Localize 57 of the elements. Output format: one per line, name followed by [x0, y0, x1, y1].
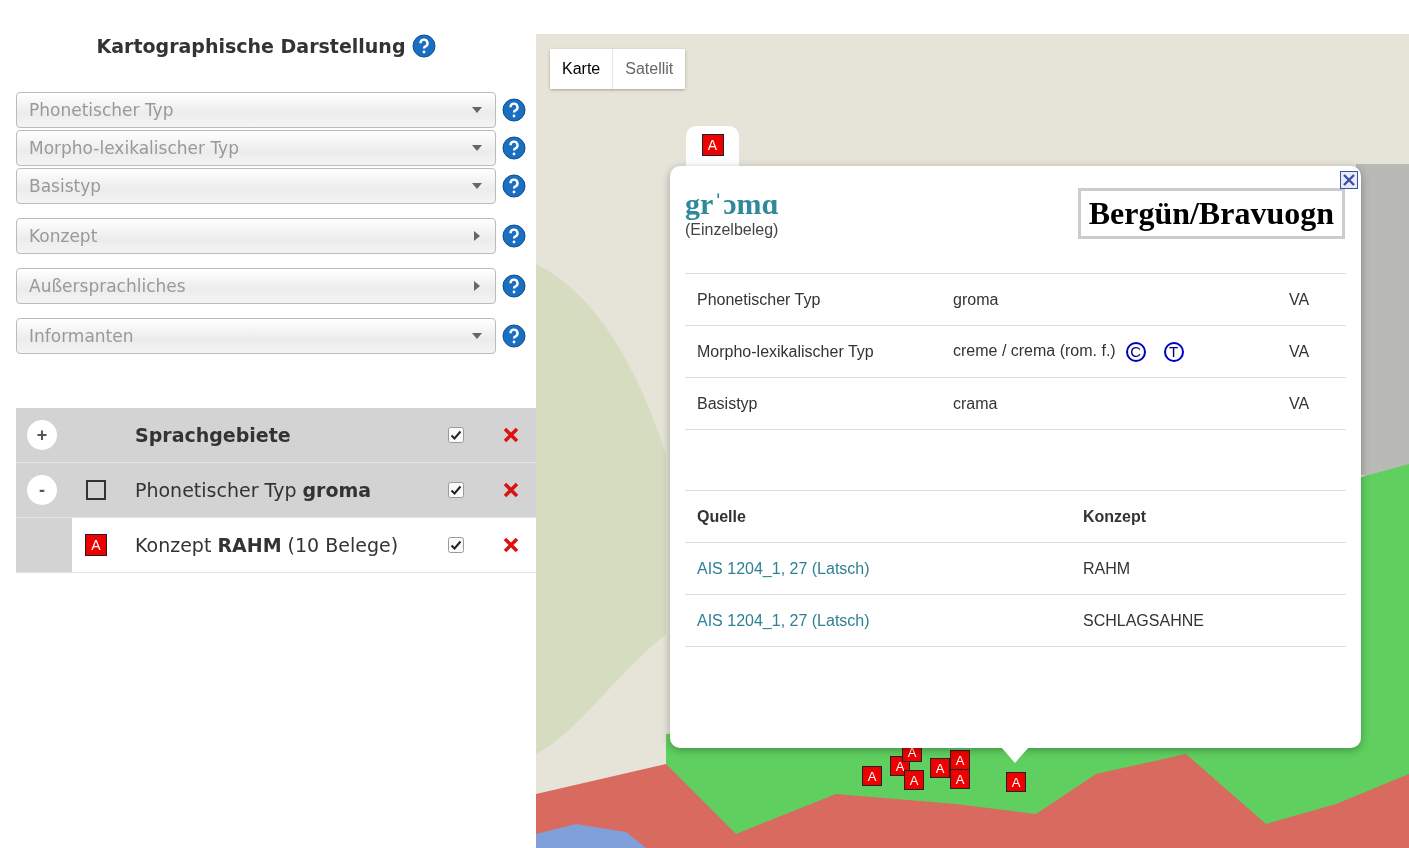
- map-marker[interactable]: A: [904, 770, 924, 790]
- table-cell: groma: [953, 290, 999, 308]
- filter-dropdown[interactable]: Morpho-lexikalischer Typ: [16, 130, 496, 166]
- subtitle: (Einzelbeleg): [685, 221, 779, 239]
- filter-dropdown[interactable]: Informanten: [16, 318, 496, 354]
- place-name: Bergün/Bravuogn: [1077, 188, 1345, 239]
- panel-title: Kartographische Darstellung: [96, 35, 406, 57]
- table-cell: VA: [1277, 273, 1346, 326]
- help-icon[interactable]: [502, 274, 526, 298]
- help-icon[interactable]: [502, 174, 526, 198]
- help-icon[interactable]: [502, 98, 526, 122]
- table-cell: RAHM: [1071, 542, 1346, 595]
- map-symbol: A: [701, 134, 724, 156]
- layer-label: Sprachgebiete: [135, 424, 292, 446]
- help-icon[interactable]: [411, 34, 436, 58]
- remove-icon[interactable]: [503, 537, 519, 553]
- column-header: Konzept: [1071, 490, 1346, 543]
- table-cell: creme / crema (rom. f.): [953, 341, 1116, 359]
- remove-icon[interactable]: [503, 427, 519, 443]
- toggle-button[interactable]: -: [27, 475, 57, 505]
- help-icon[interactable]: [502, 136, 526, 160]
- table-cell: Morpho-lexikalischer Typ: [685, 325, 941, 378]
- info-badge[interactable]: C: [1125, 341, 1146, 362]
- table-cell: VA: [1277, 325, 1346, 378]
- column-header: Quelle: [685, 490, 1071, 543]
- map-marker[interactable]: A: [930, 758, 950, 778]
- map-type-tab[interactable]: Satellit: [612, 49, 686, 89]
- visibility-checkbox[interactable]: [448, 482, 464, 498]
- map-marker[interactable]: A: [862, 766, 882, 786]
- source-link[interactable]: AIS 1204_1, 27 (Latsch): [697, 611, 870, 629]
- remove-icon[interactable]: [503, 482, 519, 498]
- square-symbol-icon: [86, 480, 106, 500]
- map-marker[interactable]: A: [950, 769, 970, 789]
- table-cell: Phonetischer Typ: [685, 273, 941, 326]
- visibility-checkbox[interactable]: [448, 537, 464, 553]
- table-cell: Basistyp: [685, 377, 941, 430]
- source-link[interactable]: AIS 1204_1, 27 (Latsch): [697, 559, 870, 577]
- table-cell: VA: [1277, 377, 1346, 430]
- map-symbol: A: [85, 534, 107, 556]
- map-marker[interactable]: A: [1006, 772, 1026, 792]
- help-icon[interactable]: [502, 324, 526, 348]
- toggle-button[interactable]: +: [27, 420, 57, 450]
- close-icon[interactable]: [1340, 171, 1358, 189]
- visibility-checkbox[interactable]: [448, 427, 464, 443]
- table-cell: SCHLAGSAHNE: [1071, 594, 1346, 647]
- layer-label: Konzept RAHM (10 Belege): [135, 534, 400, 556]
- filter-dropdown[interactable]: Konzept: [16, 218, 496, 254]
- help-icon[interactable]: [502, 224, 526, 248]
- map-marker[interactable]: A: [950, 750, 970, 770]
- layer-label: Phonetischer Typ groma: [135, 479, 373, 501]
- phonetic-title: grˈɔmɑ: [685, 187, 779, 221]
- filter-dropdown[interactable]: Phonetischer Typ: [16, 92, 496, 128]
- table-cell: crama: [953, 394, 998, 412]
- filter-dropdown[interactable]: Außersprachliches: [16, 268, 496, 304]
- map-type-tab[interactable]: Karte: [550, 49, 613, 89]
- info-badge[interactable]: T: [1163, 341, 1184, 362]
- filter-dropdown[interactable]: Basistyp: [16, 168, 496, 204]
